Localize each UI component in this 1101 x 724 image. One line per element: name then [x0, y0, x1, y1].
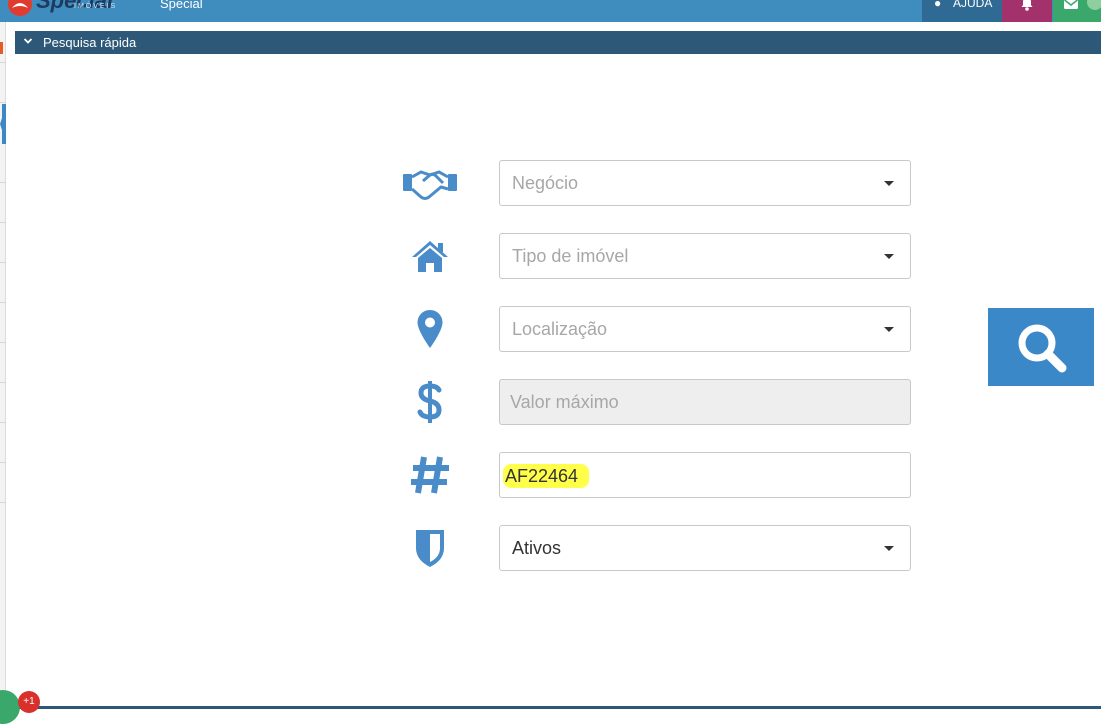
bell-icon [1021, 0, 1033, 11]
status-select[interactable]: Ativos [499, 525, 911, 571]
chat-launcher[interactable] [0, 690, 20, 724]
caret-down-icon [884, 546, 894, 551]
handshake-icon [403, 170, 457, 200]
top-navbar: Special IMÓVEIS Special ● AJUDA [0, 0, 1101, 22]
reference-field [499, 452, 911, 498]
sidebar-toggle[interactable] [0, 104, 8, 144]
row-icon-reference [400, 452, 460, 498]
messages-indicator [1087, 0, 1101, 10]
row-icon-location [400, 306, 460, 352]
row-icon-status [400, 525, 460, 571]
row-icon-property-type [400, 233, 460, 279]
row-icon-price [400, 379, 460, 425]
reference-input[interactable] [503, 464, 589, 488]
max-value-input[interactable]: Valor máximo [499, 379, 911, 425]
business-placeholder: Negócio [512, 173, 579, 193]
help-button[interactable]: ● AJUDA [922, 0, 1002, 22]
logo-flame-icon [8, 0, 32, 16]
messages-button[interactable] [1053, 0, 1101, 22]
home-icon [412, 241, 448, 272]
hashtag-icon [411, 456, 449, 494]
caret-down-icon [884, 254, 894, 259]
search-icon [1018, 324, 1067, 373]
notification-badge: +1 [18, 691, 40, 713]
help-label: AJUDA [953, 0, 993, 10]
envelope-icon [1064, 0, 1078, 9]
business-select[interactable]: Negócio [499, 160, 911, 206]
sidebar-accent [0, 42, 3, 54]
panel-title: Pesquisa rápida [43, 35, 137, 50]
location-select[interactable]: Localização [499, 306, 911, 352]
shield-icon [416, 530, 444, 567]
lightbulb-icon: ● [934, 0, 942, 10]
row-icon-business [400, 160, 460, 206]
quick-search-header[interactable]: Pesquisa rápida [15, 31, 1101, 54]
property-type-placeholder: Tipo de imóvel [512, 246, 629, 266]
dollar-icon [417, 381, 442, 423]
notifications-button[interactable] [1002, 0, 1052, 22]
search-button[interactable] [988, 308, 1094, 386]
logo[interactable]: Special IMÓVEIS [6, 0, 116, 20]
chevron-down-icon [23, 38, 33, 44]
map-marker-icon [417, 310, 443, 348]
status-value: Ativos [512, 538, 562, 558]
location-placeholder: Localização [512, 319, 608, 339]
caret-down-icon [884, 181, 894, 186]
property-type-select[interactable]: Tipo de imóvel [499, 233, 911, 279]
caret-down-icon [884, 327, 894, 332]
brand-label[interactable]: Special [160, 0, 203, 11]
logo-subtext: IMÓVEIS [74, 3, 118, 10]
max-value-placeholder: Valor máximo [510, 392, 619, 412]
